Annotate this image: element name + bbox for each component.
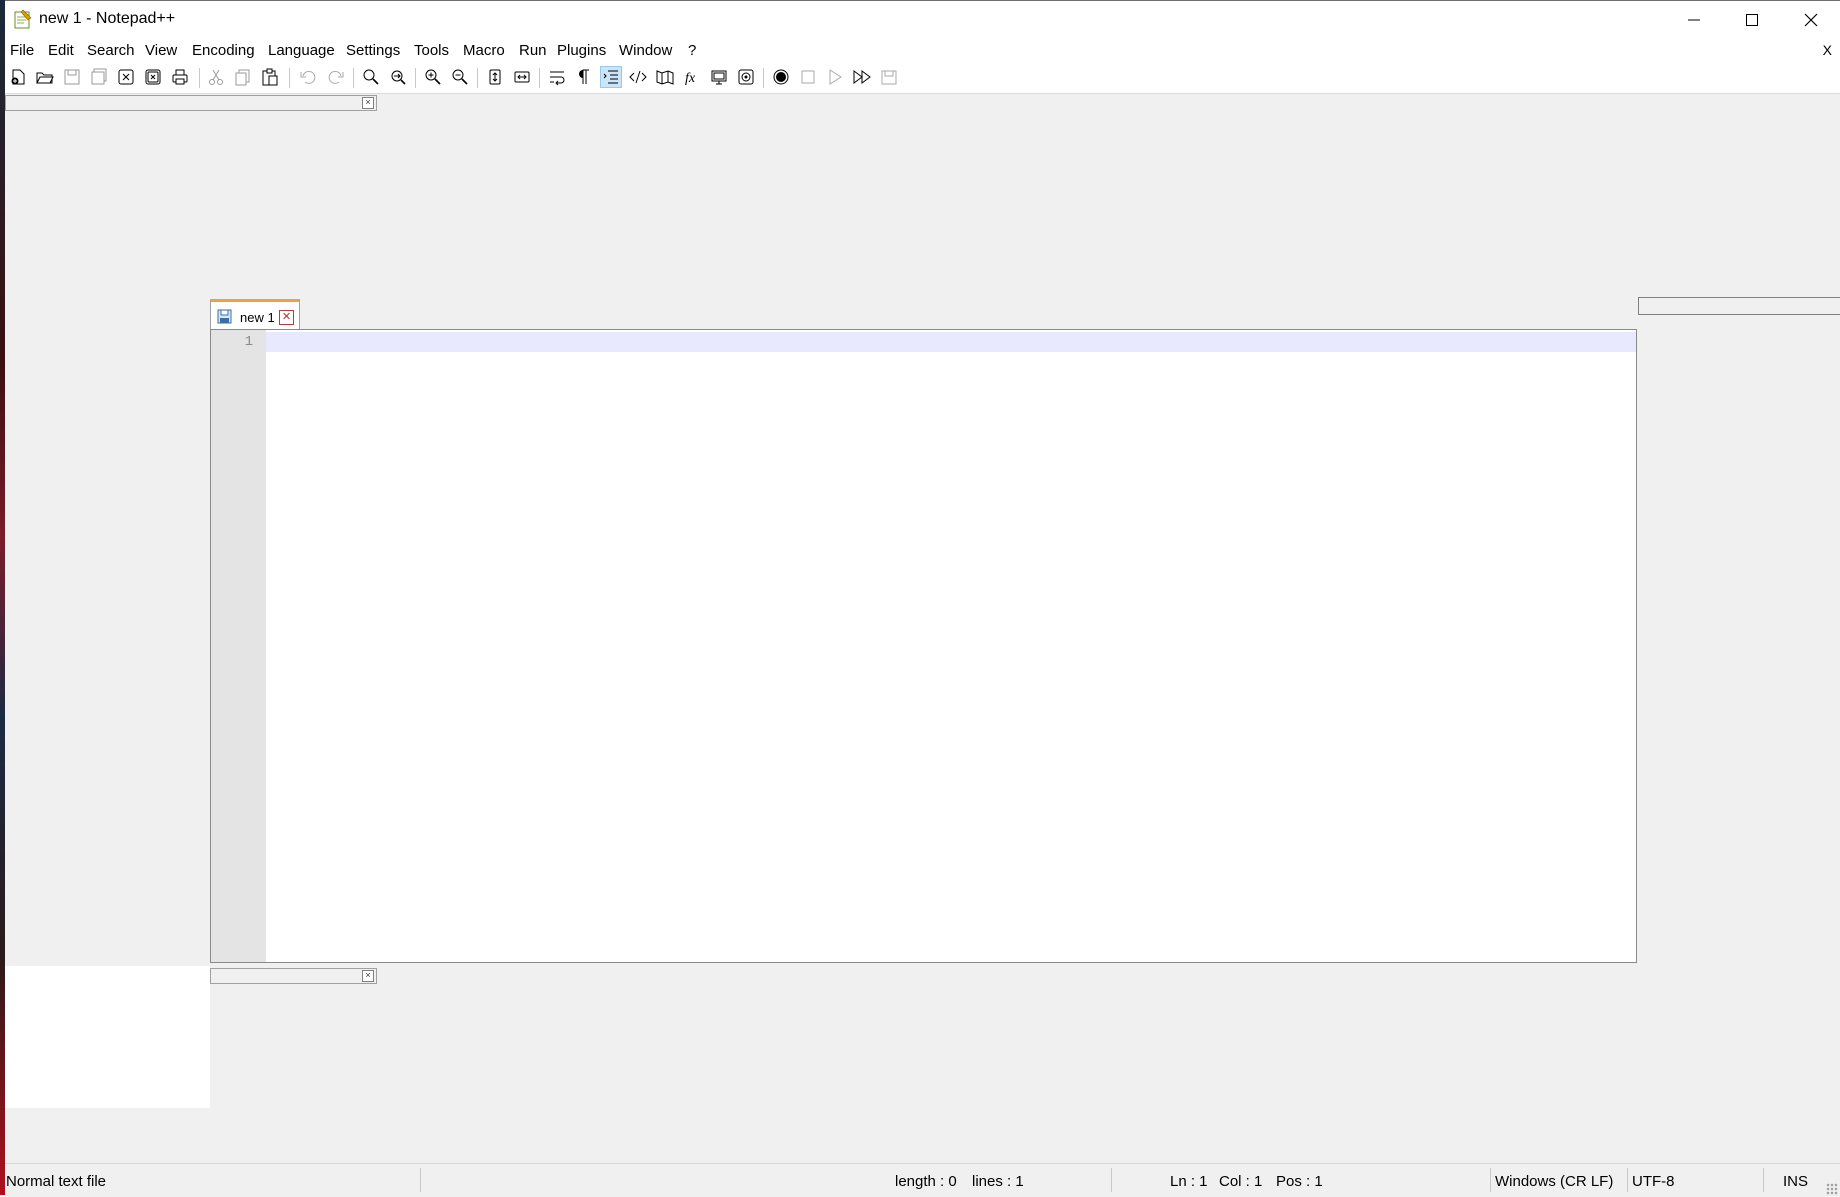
save-all-icon[interactable]: [88, 66, 110, 88]
line-number-gutter: 1: [211, 330, 266, 962]
toolbar-separator: [763, 68, 764, 88]
menu-view[interactable]: View: [145, 42, 177, 59]
menu-window[interactable]: Window: [619, 42, 672, 59]
find-icon[interactable]: [360, 66, 382, 88]
dock-panel-close-button[interactable]: ×: [362, 97, 374, 109]
stop-recording-icon[interactable]: [797, 66, 819, 88]
menu-bar: File Edit Search View Encoding Language …: [5, 39, 1840, 63]
minimize-icon: [1688, 19, 1700, 21]
status-separator: [1627, 1168, 1628, 1192]
run-macro-multiple-icon[interactable]: [851, 66, 873, 88]
dock-panel-bar-right[interactable]: [1638, 297, 1840, 315]
tab-close-button[interactable]: ✕: [279, 310, 294, 325]
cut-icon[interactable]: [205, 66, 227, 88]
title-bar[interactable]: new 1 - Notepad++: [5, 1, 1840, 39]
toolbar-separator: [353, 68, 354, 88]
indent-guide-icon[interactable]: [600, 66, 622, 88]
document-map-icon[interactable]: [654, 66, 676, 88]
monitoring-icon[interactable]: [735, 66, 757, 88]
status-bar: Normal text file length : 0 lines : 1 Ln…: [5, 1163, 1840, 1197]
playback-macro-icon[interactable]: [824, 66, 846, 88]
open-file-icon[interactable]: [34, 66, 56, 88]
menu-macro[interactable]: Macro: [463, 42, 505, 59]
word-wrap-icon[interactable]: [546, 66, 568, 88]
close-icon[interactable]: [115, 66, 137, 88]
sync-vertical-icon[interactable]: [484, 66, 506, 88]
close-document-x[interactable]: X: [1823, 42, 1832, 58]
status-pos: Pos : 1: [1276, 1173, 1323, 1190]
window-title: new 1 - Notepad++: [39, 10, 176, 27]
save-icon[interactable]: [61, 66, 83, 88]
menu-language[interactable]: Language: [268, 42, 335, 59]
copy-icon[interactable]: [232, 66, 254, 88]
status-separator: [420, 1168, 421, 1192]
function-list-icon[interactable]: fx: [681, 66, 703, 88]
menu-run[interactable]: Run: [519, 42, 547, 59]
status-eol[interactable]: Windows (CR LF): [1495, 1173, 1613, 1190]
status-encoding[interactable]: UTF-8: [1632, 1173, 1675, 1190]
save-macro-icon[interactable]: [878, 66, 900, 88]
status-insert-mode[interactable]: INS: [1783, 1173, 1808, 1190]
status-length: length : 0: [895, 1173, 957, 1190]
redo-icon[interactable]: [325, 66, 347, 88]
status-file-type: Normal text file: [6, 1173, 107, 1190]
xml-tag-icon[interactable]: [627, 66, 649, 88]
replace-icon[interactable]: [387, 66, 409, 88]
tab-label: new 1: [240, 310, 275, 325]
paste-icon[interactable]: [259, 66, 281, 88]
tab-bar: new 1 ✕: [210, 299, 300, 330]
line-number: 1: [244, 334, 253, 350]
toolbar-separator: [539, 68, 540, 88]
close-icon: [1804, 13, 1818, 27]
new-file-icon[interactable]: [7, 66, 29, 88]
toolbar-separator: [289, 68, 290, 88]
toolbar-separator: [477, 68, 478, 88]
status-ln: Ln : 1: [1170, 1173, 1208, 1190]
menu-plugins[interactable]: Plugins: [557, 42, 606, 59]
status-separator: [1490, 1168, 1491, 1192]
menu-settings[interactable]: Settings: [346, 42, 400, 59]
svg-text:fx: fx: [685, 71, 696, 86]
folder-as-workspace-icon[interactable]: [708, 66, 730, 88]
dock-panel-close-button[interactable]: ×: [362, 970, 374, 982]
maximize-icon: [1746, 14, 1758, 26]
notepadpp-app-icon: [13, 9, 33, 29]
status-separator: [1111, 1168, 1112, 1192]
zoom-out-icon[interactable]: [449, 66, 471, 88]
record-macro-icon[interactable]: [770, 66, 792, 88]
resize-grip[interactable]: [1826, 1183, 1838, 1195]
menu-search[interactable]: Search: [87, 42, 135, 59]
close-window-button[interactable]: [1782, 1, 1840, 39]
current-line-highlight[interactable]: [266, 332, 1636, 352]
notepadpp-window: new 1 - Notepad++ File Edit Search View …: [5, 0, 1840, 1197]
dock-panel-bar-top[interactable]: ×: [5, 95, 377, 111]
maximize-button[interactable]: [1723, 1, 1781, 39]
menu-encoding[interactable]: Encoding: [192, 42, 255, 59]
menu-tools[interactable]: Tools: [414, 42, 449, 59]
status-lines: lines : 1: [972, 1173, 1024, 1190]
sync-horizontal-icon[interactable]: [511, 66, 533, 88]
print-icon[interactable]: [169, 66, 191, 88]
toolbar-separator: [415, 68, 416, 88]
menu-edit[interactable]: Edit: [48, 42, 74, 59]
toolbar-separator: [199, 68, 200, 88]
undo-icon[interactable]: [297, 66, 319, 88]
toolbar: fx: [5, 63, 1840, 94]
unsaved-file-icon: [217, 309, 232, 329]
menu-file[interactable]: File: [10, 42, 34, 59]
tab-new-1[interactable]: new 1 ✕: [210, 299, 300, 330]
close-all-icon[interactable]: [142, 66, 164, 88]
blank-panel: [5, 966, 210, 1108]
status-separator: [1763, 1168, 1764, 1192]
show-all-characters-icon[interactable]: [573, 66, 595, 88]
minimize-button[interactable]: [1665, 1, 1723, 39]
dock-panel-bar-bottom[interactable]: ×: [210, 968, 377, 984]
menu-help[interactable]: ?: [688, 42, 696, 59]
editor-area[interactable]: 1: [210, 329, 1637, 963]
status-col: Col : 1: [1219, 1173, 1263, 1190]
zoom-in-icon[interactable]: [422, 66, 444, 88]
